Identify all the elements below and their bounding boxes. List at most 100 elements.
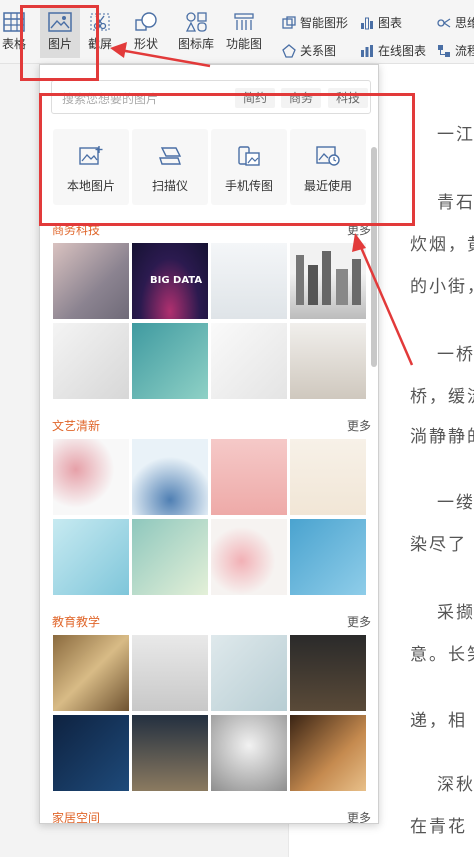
scanner-button[interactable]: 扫描仪 [132, 129, 208, 205]
scanner-icon [159, 147, 182, 165]
image-thumbnail[interactable] [211, 715, 287, 791]
image-dropdown-panel: 搜索您想要的图片 简约 商务 科技 本地图片 扫描仪 手机传图 最近使用 商务科… [39, 64, 379, 824]
doc-line: 递，相 [410, 711, 467, 731]
image-thumbnail[interactable] [132, 439, 208, 515]
smart-shape-button[interactable]: 智能图形 [282, 14, 348, 31]
image-thumbnail[interactable] [290, 519, 366, 595]
more-link[interactable]: 更多 [347, 809, 371, 823]
relation-chart-icon [282, 43, 296, 58]
table-label: 表格 [2, 37, 27, 51]
shape-label: 形状 [134, 37, 159, 51]
smart-shape-icon [282, 15, 296, 29]
image-thumbnail[interactable] [53, 519, 129, 595]
image-thumbnail[interactable] [290, 715, 366, 791]
function-chart-button[interactable]: 功能图 [226, 12, 262, 52]
relation-chart-button[interactable]: 关系图 [282, 42, 336, 59]
online-chart-icon [361, 44, 373, 57]
recent-button[interactable]: 最近使用 [290, 129, 366, 205]
shape-icon [135, 12, 157, 31]
doc-line: 的小街， [410, 277, 474, 297]
screenshot-label: 截屏 [88, 37, 113, 51]
online-chart-button[interactable]: 在线图表 [360, 42, 426, 59]
category-title: 文艺清新 [52, 419, 101, 433]
phone-transfer-button[interactable]: 手机传图 [211, 129, 287, 205]
doc-line: 一江 [437, 125, 474, 145]
table-button[interactable]: 表格 [2, 12, 26, 52]
doc-line: 淌静静的 [410, 427, 474, 447]
local-image-icon [79, 146, 103, 165]
doc-line: 炊烟，黄 [410, 235, 474, 255]
image-thumbnail[interactable] [53, 323, 129, 399]
recent-label: 最近使用 [303, 179, 352, 193]
image-thumbnail[interactable] [290, 323, 366, 399]
category-title: 家居空间 [52, 811, 101, 824]
icon-library-icon [185, 12, 207, 32]
image-thumbnail[interactable] [211, 439, 287, 515]
phone-transfer-icon [238, 146, 260, 166]
flow-chart-icon [438, 44, 450, 57]
doc-line: 深秋 [437, 775, 474, 795]
table-icon [3, 12, 25, 32]
search-tag[interactable]: 简约 [235, 88, 276, 108]
phone-transfer-label: 手机传图 [224, 179, 273, 193]
doc-line: 意。长笑 [410, 645, 474, 665]
screenshot-button[interactable]: 截屏 [88, 12, 112, 52]
image-thumbnail[interactable] [290, 635, 366, 711]
flow-chart-label: 流程 [455, 44, 474, 58]
mind-map-icon [437, 18, 451, 27]
category-title: 商务科技 [52, 223, 101, 237]
image-thumbnail[interactable] [132, 715, 208, 791]
image-search-box[interactable]: 搜索您想要的图片 简约 商务 科技 [51, 80, 371, 114]
more-link[interactable]: 更多 [347, 417, 371, 434]
image-label: 图片 [47, 37, 72, 51]
more-link[interactable]: 更多 [347, 613, 371, 630]
image-button[interactable]: 图片 [40, 8, 80, 58]
image-thumbnail[interactable]: BIG DATA [132, 243, 208, 319]
chart-label: 图表 [378, 16, 403, 30]
bar-chart-icon [361, 17, 373, 29]
ribbon-toolbar: 表格 图片 截屏 形状 图标库 功能图 智能图形 关系图 图表 在线图表 思维 [0, 0, 474, 64]
image-thumbnail[interactable] [53, 439, 129, 515]
image-thumbnail[interactable] [53, 635, 129, 711]
image-thumbnail[interactable] [132, 519, 208, 595]
panel-scrollbar[interactable] [371, 147, 377, 367]
big-data-thumb-text: BIG DATA [150, 275, 203, 286]
flow-chart-button[interactable]: 流程 [437, 42, 474, 59]
doc-line: 一桥 [437, 345, 474, 365]
search-tag[interactable]: 科技 [328, 88, 369, 108]
image-thumbnail[interactable] [53, 715, 129, 791]
image-thumbnail[interactable] [53, 243, 129, 319]
online-chart-label: 在线图表 [378, 44, 427, 58]
doc-line: 染尽了 [410, 535, 467, 555]
function-chart-label: 功能图 [226, 37, 263, 51]
image-thumbnail[interactable] [290, 439, 366, 515]
search-tag[interactable]: 商务 [281, 88, 322, 108]
local-image-button[interactable]: 本地图片 [53, 129, 129, 205]
scissors-icon [90, 13, 110, 31]
image-thumbnail[interactable] [211, 635, 287, 711]
doc-line: 青石 [437, 193, 474, 213]
recent-icon [316, 146, 340, 166]
image-thumbnail[interactable] [132, 323, 208, 399]
chart-button[interactable]: 图表 [360, 14, 402, 31]
doc-line: 一缕 [437, 493, 474, 513]
image-thumbnail[interactable] [211, 519, 287, 595]
image-thumbnail[interactable] [290, 243, 366, 319]
search-placeholder: 搜索您想要的图片 [62, 92, 159, 106]
doc-line: 桥，缓流 [410, 387, 474, 407]
scanner-label: 扫描仪 [151, 179, 188, 193]
category-title: 教育教学 [52, 615, 101, 629]
more-link[interactable]: 更多 [347, 221, 371, 238]
image-thumbnail[interactable] [132, 635, 208, 711]
image-thumbnail[interactable] [211, 243, 287, 319]
local-image-label: 本地图片 [66, 179, 115, 193]
icon-library-button[interactable]: 图标库 [178, 12, 214, 52]
icon-library-label: 图标库 [178, 37, 215, 51]
doc-line: 在青花 [410, 817, 467, 837]
image-thumbnail[interactable] [211, 323, 287, 399]
image-icon [48, 12, 72, 32]
smart-shape-label: 智能图形 [300, 16, 349, 30]
mind-map-button[interactable]: 思维 [437, 14, 474, 31]
shape-button[interactable]: 形状 [134, 12, 158, 52]
function-chart-icon [234, 13, 254, 30]
